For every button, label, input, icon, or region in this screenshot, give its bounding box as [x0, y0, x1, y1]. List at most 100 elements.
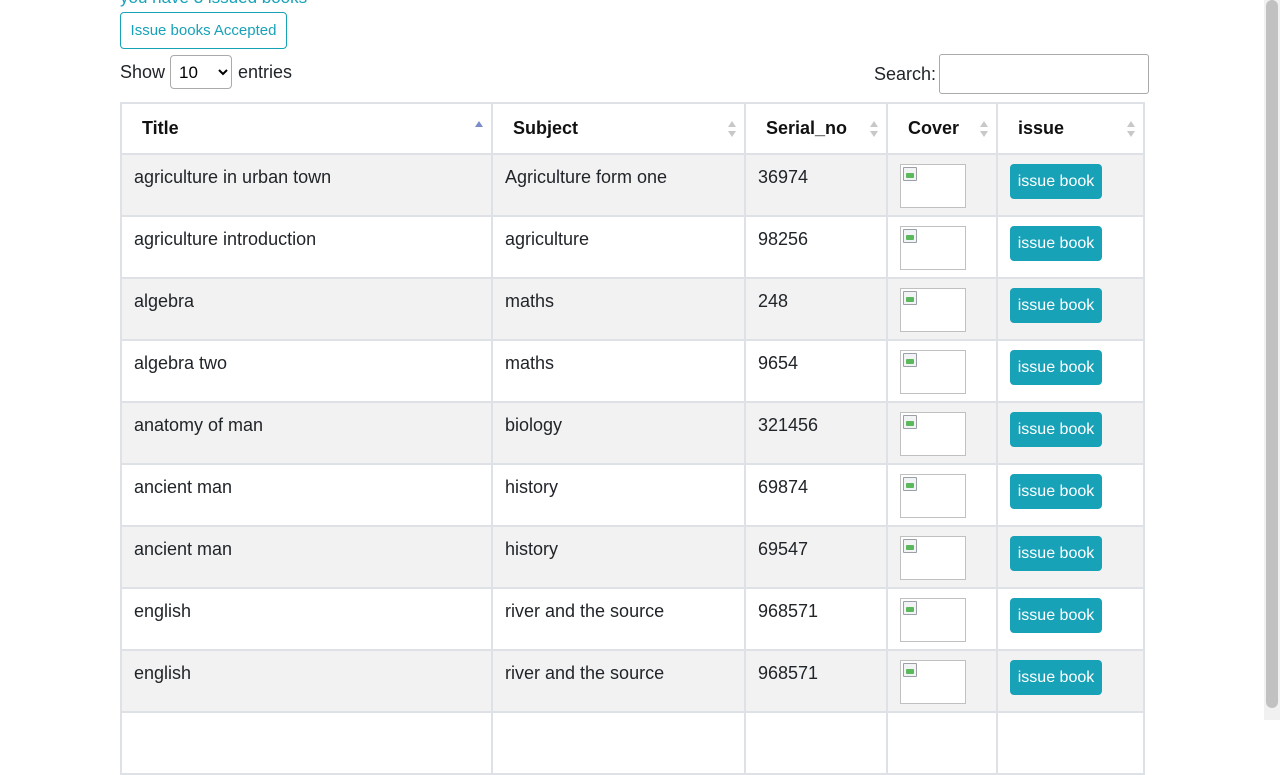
column-header-issue[interactable]: issue [996, 102, 1145, 155]
cell-issue: issue book [996, 649, 1145, 713]
search-label: Search: [874, 63, 937, 84]
cell-issue: issue book [996, 587, 1145, 651]
cell-issue [996, 711, 1145, 775]
cell-serial-no: 968571 [744, 587, 888, 651]
cell-serial-no: 36974 [744, 153, 888, 217]
issue-book-button[interactable]: issue book [1010, 350, 1102, 385]
entries-length-control: Show 10 entries [120, 54, 292, 90]
cell-issue: issue book [996, 401, 1145, 465]
column-header-label: Cover [908, 118, 960, 138]
broken-image-icon [903, 167, 917, 181]
sort-both-icon [870, 121, 878, 137]
entries-label: entries [238, 61, 293, 82]
broken-image-icon [903, 353, 917, 367]
table-row: algebra maths 248 issue book [120, 277, 1145, 341]
cell-subject: maths [491, 277, 746, 341]
cell-cover [886, 525, 998, 589]
cell-cover [886, 339, 998, 403]
cell-cover [886, 711, 998, 775]
cell-title: agriculture introduction [120, 215, 493, 279]
table-row: agriculture in urban town Agriculture for… [120, 153, 1145, 217]
sort-both-icon [980, 121, 988, 137]
cell-title: algebra [120, 277, 493, 341]
cell-issue: issue book [996, 277, 1145, 341]
book-cover-image [900, 660, 966, 704]
cell-title: agriculture in urban town [120, 153, 493, 217]
table-row: agriculture introduction agriculture 98256… [120, 215, 1145, 279]
cell-issue: issue book [996, 525, 1145, 589]
page-scrollbar[interactable] [1264, 0, 1280, 720]
cell-serial-no: 69874 [744, 463, 888, 527]
sort-both-icon [1127, 121, 1135, 137]
cell-title: algebra two [120, 339, 493, 403]
issued-books-link[interactable]: you have 3 issued books [120, 0, 307, 8]
column-header-title[interactable]: Title [120, 102, 493, 155]
cell-serial-no: 69547 [744, 525, 888, 589]
cell-serial-no [744, 711, 888, 775]
book-cover-image [900, 598, 966, 642]
column-header-label: Serial_no [766, 118, 848, 138]
table-row: english river and the source 968571 issue b… [120, 587, 1145, 651]
issue-book-button[interactable]: issue book [1010, 660, 1102, 695]
cell-title: ancient man [120, 463, 493, 527]
cell-issue: issue book [996, 215, 1145, 279]
column-header-label: Subject [513, 118, 579, 138]
book-cover-image [900, 412, 966, 456]
column-header-subject[interactable]: Subject [491, 102, 746, 155]
cell-serial-no: 248 [744, 277, 888, 341]
table-row: ancient man history 69547 issue book [120, 525, 1145, 589]
issue-book-button[interactable]: issue book [1010, 598, 1102, 633]
issue-book-button[interactable]: issue book [1010, 226, 1102, 261]
cell-subject: history [491, 525, 746, 589]
cell-title [120, 711, 493, 775]
broken-image-icon [903, 415, 917, 429]
cell-title: english [120, 587, 493, 651]
column-header-label: issue [1018, 118, 1065, 138]
cell-subject: biology [491, 401, 746, 465]
table-row: anatomy of man biology 321456 issue book [120, 401, 1145, 465]
sort-both-icon [728, 121, 736, 137]
cell-cover [886, 153, 998, 217]
cell-title: english [120, 649, 493, 713]
cell-subject: river and the source [491, 649, 746, 713]
cell-issue: issue book [996, 339, 1145, 403]
book-cover-image [900, 164, 966, 208]
scrollbar-thumb[interactable] [1266, 0, 1278, 708]
cell-subject: maths [491, 339, 746, 403]
column-header-cover[interactable]: Cover [886, 102, 998, 155]
table-body: agriculture in urban town Agriculture for… [120, 153, 1145, 775]
broken-image-icon [903, 601, 917, 615]
broken-image-icon [903, 539, 917, 553]
column-header-serial-no[interactable]: Serial_no [744, 102, 888, 155]
cell-cover [886, 649, 998, 713]
cell-subject: river and the source [491, 587, 746, 651]
cell-cover [886, 401, 998, 465]
issue-book-button[interactable]: issue book [1010, 474, 1102, 509]
table-header-row: Title Subject Serial_no Cover issue [120, 102, 1145, 155]
broken-image-icon [903, 291, 917, 305]
cell-cover [886, 215, 998, 279]
broken-image-icon [903, 229, 917, 243]
cell-cover [886, 277, 998, 341]
cell-subject: agriculture [491, 215, 746, 279]
search-input[interactable] [939, 54, 1150, 94]
table-row: algebra two maths 9654 issue book [120, 339, 1145, 403]
book-cover-image [900, 536, 966, 580]
issue-book-button[interactable]: issue book [1010, 536, 1102, 571]
issue-book-button[interactable]: issue book [1010, 164, 1102, 199]
show-label: Show [120, 61, 166, 82]
cell-serial-no: 98256 [744, 215, 888, 279]
table-row: ancient man history 69874 issue book [120, 463, 1145, 527]
cell-title: anatomy of man [120, 401, 493, 465]
table-row: english river and the source 968571 issue b… [120, 649, 1145, 713]
issue-books-accepted-button[interactable]: Issue books Accepted [120, 12, 287, 49]
cell-issue: issue book [996, 463, 1145, 527]
issue-book-button[interactable]: issue book [1010, 288, 1102, 323]
issue-book-button[interactable]: issue book [1010, 412, 1102, 447]
broken-image-icon [903, 663, 917, 677]
book-cover-image [900, 350, 966, 394]
cell-issue: issue book [996, 153, 1145, 217]
column-header-label: Title [142, 118, 179, 138]
book-cover-image [900, 474, 966, 518]
entries-per-page-select[interactable]: 10 [170, 55, 233, 89]
